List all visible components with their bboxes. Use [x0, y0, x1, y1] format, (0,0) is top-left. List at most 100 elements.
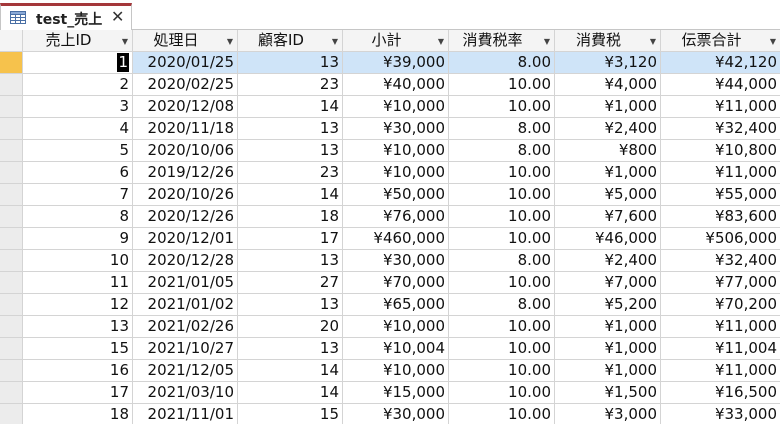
cell-shokei[interactable]: ¥10,000 [343, 316, 449, 338]
select-all-box[interactable] [0, 30, 23, 52]
record-selector[interactable] [0, 206, 23, 228]
cell-kokyaku-id[interactable]: 27 [238, 272, 343, 294]
cell-shori-bi[interactable]: 2021/12/05 [133, 360, 238, 382]
cell-uriage-id[interactable]: 18 [23, 404, 133, 424]
cell-shori-bi[interactable]: 2021/01/02 [133, 294, 238, 316]
record-selector[interactable] [0, 184, 23, 206]
cell-kokyaku-id[interactable]: 13 [238, 52, 343, 74]
cell-uriage-id[interactable]: 8 [23, 206, 133, 228]
cell-shohizei[interactable]: ¥1,000 [555, 360, 661, 382]
cell-shokei[interactable]: ¥30,000 [343, 404, 449, 424]
cell-shohizei[interactable]: ¥5,000 [555, 184, 661, 206]
cell-shohizei-ritsu[interactable]: 10.00 [449, 316, 555, 338]
close-icon[interactable]: ✕ [111, 7, 124, 26]
cell-shori-bi[interactable]: 2020/12/01 [133, 228, 238, 250]
cell-kokyaku-id[interactable]: 13 [238, 118, 343, 140]
cell-kokyaku-id[interactable]: 20 [238, 316, 343, 338]
cell-denpyo-gokei[interactable]: ¥44,000 [661, 74, 780, 96]
cell-shokei[interactable]: ¥10,000 [343, 162, 449, 184]
cell-shohizei-ritsu[interactable]: 10.00 [449, 338, 555, 360]
cell-shohizei[interactable]: ¥7,000 [555, 272, 661, 294]
cell-shohizei-ritsu[interactable]: 10.00 [449, 360, 555, 382]
cell-uriage-id[interactable]: 12 [23, 294, 133, 316]
table-row[interactable]: 11 2021/01/05 27 ¥70,000 10.00 ¥7,000 ¥77,000 [0, 272, 780, 294]
cell-shori-bi[interactable]: 2021/01/05 [133, 272, 238, 294]
table-row[interactable]: 15 2021/10/27 13 ¥10,004 10.00 ¥1,000 ¥11,004 [0, 338, 780, 360]
cell-shohizei-ritsu[interactable]: 8.00 [449, 250, 555, 272]
cell-shokei[interactable]: ¥50,000 [343, 184, 449, 206]
cell-uriage-id[interactable]: 17 [23, 382, 133, 404]
cell-shokei[interactable]: ¥65,000 [343, 294, 449, 316]
cell-uriage-id[interactable]: 1 [23, 52, 133, 74]
table-row[interactable]: 16 2021/12/05 14 ¥10,000 10.00 ¥1,000 ¥11,000 [0, 360, 780, 382]
cell-kokyaku-id[interactable]: 15 [238, 404, 343, 424]
cell-kokyaku-id[interactable]: 17 [238, 228, 343, 250]
cell-shokei[interactable]: ¥10,000 [343, 360, 449, 382]
cell-shohizei-ritsu[interactable]: 10.00 [449, 272, 555, 294]
record-selector[interactable] [0, 140, 23, 162]
chevron-down-icon[interactable]: ▼ [227, 31, 233, 51]
column-header-denpyo-gokei[interactable]: 伝票合計 ▼ [661, 30, 780, 52]
cell-kokyaku-id[interactable]: 13 [238, 294, 343, 316]
record-selector[interactable] [0, 162, 23, 184]
cell-shohizei-ritsu[interactable]: 8.00 [449, 52, 555, 74]
cell-denpyo-gokei[interactable]: ¥32,400 [661, 118, 780, 140]
cell-kokyaku-id[interactable]: 18 [238, 206, 343, 228]
cell-shohizei[interactable]: ¥1,000 [555, 96, 661, 118]
cell-uriage-id[interactable]: 5 [23, 140, 133, 162]
cell-shokei[interactable]: ¥70,000 [343, 272, 449, 294]
column-header-shori-bi[interactable]: 処理日 ▼ [133, 30, 238, 52]
cell-shokei[interactable]: ¥30,000 [343, 250, 449, 272]
cell-uriage-id[interactable]: 7 [23, 184, 133, 206]
cell-shohizei[interactable]: ¥5,200 [555, 294, 661, 316]
cell-shori-bi[interactable]: 2020/02/25 [133, 74, 238, 96]
cell-uriage-id[interactable]: 11 [23, 272, 133, 294]
cell-shori-bi[interactable]: 2020/10/26 [133, 184, 238, 206]
column-header-shokei[interactable]: 小計 ▼ [343, 30, 449, 52]
cell-shohizei[interactable]: ¥1,000 [555, 338, 661, 360]
cell-kokyaku-id[interactable]: 14 [238, 96, 343, 118]
cell-shohizei-ritsu[interactable]: 10.00 [449, 184, 555, 206]
cell-kokyaku-id[interactable]: 14 [238, 184, 343, 206]
cell-denpyo-gokei[interactable]: ¥42,120 [661, 52, 780, 74]
cell-uriage-id[interactable]: 4 [23, 118, 133, 140]
cell-uriage-id[interactable]: 16 [23, 360, 133, 382]
cell-shori-bi[interactable]: 2020/01/25 [133, 52, 238, 74]
cell-kokyaku-id[interactable]: 14 [238, 382, 343, 404]
cell-denpyo-gokei[interactable]: ¥16,500 [661, 382, 780, 404]
record-selector[interactable] [0, 360, 23, 382]
record-selector[interactable] [0, 118, 23, 140]
cell-shohizei-ritsu[interactable]: 10.00 [449, 96, 555, 118]
column-header-shohizei-ritsu[interactable]: 消費税率 ▼ [449, 30, 555, 52]
cell-uriage-id[interactable]: 15 [23, 338, 133, 360]
table-row[interactable]: 13 2021/02/26 20 ¥10,000 10.00 ¥1,000 ¥11,000 [0, 316, 780, 338]
table-row[interactable]: 3 2020/12/08 14 ¥10,000 10.00 ¥1,000 ¥11,000 [0, 96, 780, 118]
cell-denpyo-gokei[interactable]: ¥55,000 [661, 184, 780, 206]
cell-denpyo-gokei[interactable]: ¥506,000 [661, 228, 780, 250]
chevron-down-icon[interactable]: ▼ [650, 31, 656, 51]
cell-shohizei-ritsu[interactable]: 10.00 [449, 74, 555, 96]
cell-shohizei-ritsu[interactable]: 10.00 [449, 404, 555, 424]
cell-uriage-id[interactable]: 2 [23, 74, 133, 96]
cell-uriage-id[interactable]: 10 [23, 250, 133, 272]
record-selector[interactable] [0, 404, 23, 424]
cell-denpyo-gokei[interactable]: ¥70,200 [661, 294, 780, 316]
cell-shori-bi[interactable]: 2021/03/10 [133, 382, 238, 404]
cell-shohizei-ritsu[interactable]: 8.00 [449, 118, 555, 140]
record-selector[interactable] [0, 250, 23, 272]
table-row[interactable]: 17 2021/03/10 14 ¥15,000 10.00 ¥1,500 ¥16,500 [0, 382, 780, 404]
cell-shohizei[interactable]: ¥7,600 [555, 206, 661, 228]
cell-denpyo-gokei[interactable]: ¥77,000 [661, 272, 780, 294]
record-selector[interactable] [0, 294, 23, 316]
record-selector[interactable] [0, 316, 23, 338]
cell-shokei[interactable]: ¥76,000 [343, 206, 449, 228]
table-row[interactable]: 8 2020/12/26 18 ¥76,000 10.00 ¥7,600 ¥83,600 [0, 206, 780, 228]
cell-shohizei[interactable]: ¥4,000 [555, 74, 661, 96]
record-selector[interactable] [0, 52, 23, 74]
cell-shori-bi[interactable]: 2021/11/01 [133, 404, 238, 424]
cell-denpyo-gokei[interactable]: ¥11,000 [661, 316, 780, 338]
table-row[interactable]: 12 2021/01/02 13 ¥65,000 8.00 ¥5,200 ¥70,200 [0, 294, 780, 316]
cell-shohizei[interactable]: ¥46,000 [555, 228, 661, 250]
cell-denpyo-gokei[interactable]: ¥32,400 [661, 250, 780, 272]
cell-denpyo-gokei[interactable]: ¥11,000 [661, 96, 780, 118]
